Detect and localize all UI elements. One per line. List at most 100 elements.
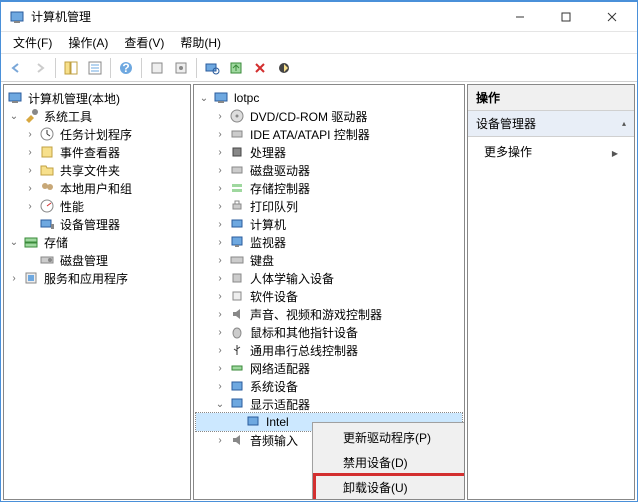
properties-button[interactable] [84, 57, 106, 79]
expand-toggle[interactable]: › [22, 144, 38, 160]
toolbar: ? [1, 54, 637, 82]
expand-toggle[interactable]: › [22, 162, 38, 178]
toolbar-icon-2[interactable] [170, 57, 192, 79]
expand-toggle[interactable]: ⌄ [6, 234, 22, 250]
users-icon [39, 180, 55, 196]
maximize-button[interactable] [543, 2, 589, 32]
expand-toggle[interactable]: ⌄ [196, 90, 212, 106]
toolbar-icon-1[interactable] [146, 57, 168, 79]
ltree-task-scheduler[interactable]: ›任务计划程序 [6, 125, 188, 143]
help-button[interactable]: ? [115, 57, 137, 79]
ctx-uninstall-device[interactable]: 卸载设备(U) [315, 475, 465, 500]
ltree-shared-folders[interactable]: ›共享文件夹 [6, 161, 188, 179]
ctx-disable-device[interactable]: 禁用设备(D) [315, 450, 465, 475]
disable-button[interactable] [273, 57, 295, 79]
perf-icon [39, 198, 55, 214]
actions-sub-header[interactable]: 设备管理器 ▴ [468, 111, 634, 137]
menubar: 文件(F) 操作(A) 查看(V) 帮助(H) [1, 32, 637, 54]
actions-sub-label: 设备管理器 [476, 115, 536, 132]
close-button[interactable] [589, 2, 635, 32]
content-area: 计算机管理(本地) ⌄ 系统工具 ›任务计划程序 ›事件查看器 ›共享文件夹 ›… [1, 82, 637, 502]
pc-icon [213, 90, 229, 106]
update-driver-button[interactable] [225, 57, 247, 79]
printer-icon [229, 198, 245, 214]
menu-view[interactable]: 查看(V) [116, 32, 172, 53]
scan-hardware-button[interactable] [201, 57, 223, 79]
ltree-performance[interactable]: ›性能 [6, 197, 188, 215]
ltree-storage[interactable]: ⌄存储 [6, 233, 188, 251]
keyboard-icon [229, 252, 245, 268]
mtree-usb[interactable]: ›通用串行总线控制器 [196, 341, 462, 359]
minimize-button[interactable] [497, 2, 543, 32]
device-mgr-icon [39, 216, 55, 232]
monitor-icon [229, 234, 245, 250]
mouse-icon [229, 324, 245, 340]
mtree-cpu[interactable]: ›处理器 [196, 143, 462, 161]
titlebar: 计算机管理 [1, 2, 637, 32]
menu-action[interactable]: 操作(A) [60, 32, 116, 53]
network-icon [229, 360, 245, 376]
window-title: 计算机管理 [31, 8, 497, 25]
forward-button[interactable] [29, 57, 51, 79]
expand-toggle[interactable]: ⌄ [212, 396, 228, 412]
chevron-right-icon [612, 145, 618, 159]
left-pane[interactable]: 计算机管理(本地) ⌄ 系统工具 ›任务计划程序 ›事件查看器 ›共享文件夹 ›… [3, 84, 191, 500]
mtree-hid[interactable]: ›人体学输入设备 [196, 269, 462, 287]
audio-io-icon [229, 432, 245, 448]
expand-toggle[interactable]: › [22, 198, 38, 214]
ide-icon [229, 126, 245, 142]
cpu-icon [229, 144, 245, 160]
mtree-computer[interactable]: ›计算机 [196, 215, 462, 233]
computer-mgmt-icon [7, 90, 23, 106]
mtree-storage[interactable]: ›存储控制器 [196, 179, 462, 197]
disk-icon [39, 252, 55, 268]
mtree-mouse[interactable]: ›鼠标和其他指针设备 [196, 323, 462, 341]
mtree-monitor[interactable]: ›监视器 [196, 233, 462, 251]
expand-toggle[interactable]: › [6, 270, 22, 286]
mtree-display[interactable]: ⌄显示适配器 [196, 395, 462, 413]
mtree-network[interactable]: ›网络适配器 [196, 359, 462, 377]
uninstall-button[interactable] [249, 57, 271, 79]
mtree-sound[interactable]: ›声音、视频和游戏控制器 [196, 305, 462, 323]
mtree-disk[interactable]: ›磁盘驱动器 [196, 161, 462, 179]
display-icon [229, 396, 245, 412]
clock-icon [39, 126, 55, 142]
ctx-update-driver[interactable]: 更新驱动程序(P) [315, 425, 465, 450]
actions-more-label: 更多操作 [484, 143, 532, 160]
hdd-icon [229, 162, 245, 178]
mtree-dvd[interactable]: ›DVD/CD-ROM 驱动器 [196, 107, 462, 125]
ltree-root[interactable]: 计算机管理(本地) [6, 89, 188, 107]
svg-text:?: ? [122, 61, 129, 75]
ltree-disk-mgmt[interactable]: 磁盘管理 [6, 251, 188, 269]
mtree-sysdev[interactable]: ›系统设备 [196, 377, 462, 395]
gpu-icon [245, 414, 261, 430]
mtree-ide[interactable]: ›IDE ATA/ATAPI 控制器 [196, 125, 462, 143]
expand-toggle[interactable]: › [22, 180, 38, 196]
expand-toggle[interactable]: › [22, 126, 38, 142]
actions-header: 操作 [468, 85, 634, 111]
mtree-printq[interactable]: ›打印队列 [196, 197, 462, 215]
menu-help[interactable]: 帮助(H) [172, 32, 229, 53]
ltree-services[interactable]: ›服务和应用程序 [6, 269, 188, 287]
ltree-event-viewer[interactable]: ›事件查看器 [6, 143, 188, 161]
mtree-keyboard[interactable]: ›键盘 [196, 251, 462, 269]
menu-file[interactable]: 文件(F) [5, 32, 60, 53]
mtree-root[interactable]: ⌄lotpc [196, 89, 462, 107]
ltree-systools[interactable]: ⌄ 系统工具 [6, 107, 188, 125]
ltree-device-manager[interactable]: 设备管理器 [6, 215, 188, 233]
services-icon [23, 270, 39, 286]
sound-icon [229, 306, 245, 322]
context-menu: 更新驱动程序(P) 禁用设备(D) 卸载设备(U) 扫描检测硬件改动(A) [312, 422, 465, 500]
back-button[interactable] [5, 57, 27, 79]
middle-pane[interactable]: ⌄lotpc ›DVD/CD-ROM 驱动器 ›IDE ATA/ATAPI 控制… [193, 84, 465, 500]
expand-toggle[interactable]: ⌄ [6, 108, 22, 124]
storage-icon [23, 234, 39, 250]
software-icon [229, 288, 245, 304]
hid-icon [229, 270, 245, 286]
ltree-local-users[interactable]: ›本地用户和组 [6, 179, 188, 197]
mtree-software[interactable]: ›软件设备 [196, 287, 462, 305]
collapse-icon: ▴ [622, 119, 626, 128]
show-hide-tree-button[interactable] [60, 57, 82, 79]
actions-more[interactable]: 更多操作 [468, 137, 634, 166]
storage-ctrl-icon [229, 180, 245, 196]
